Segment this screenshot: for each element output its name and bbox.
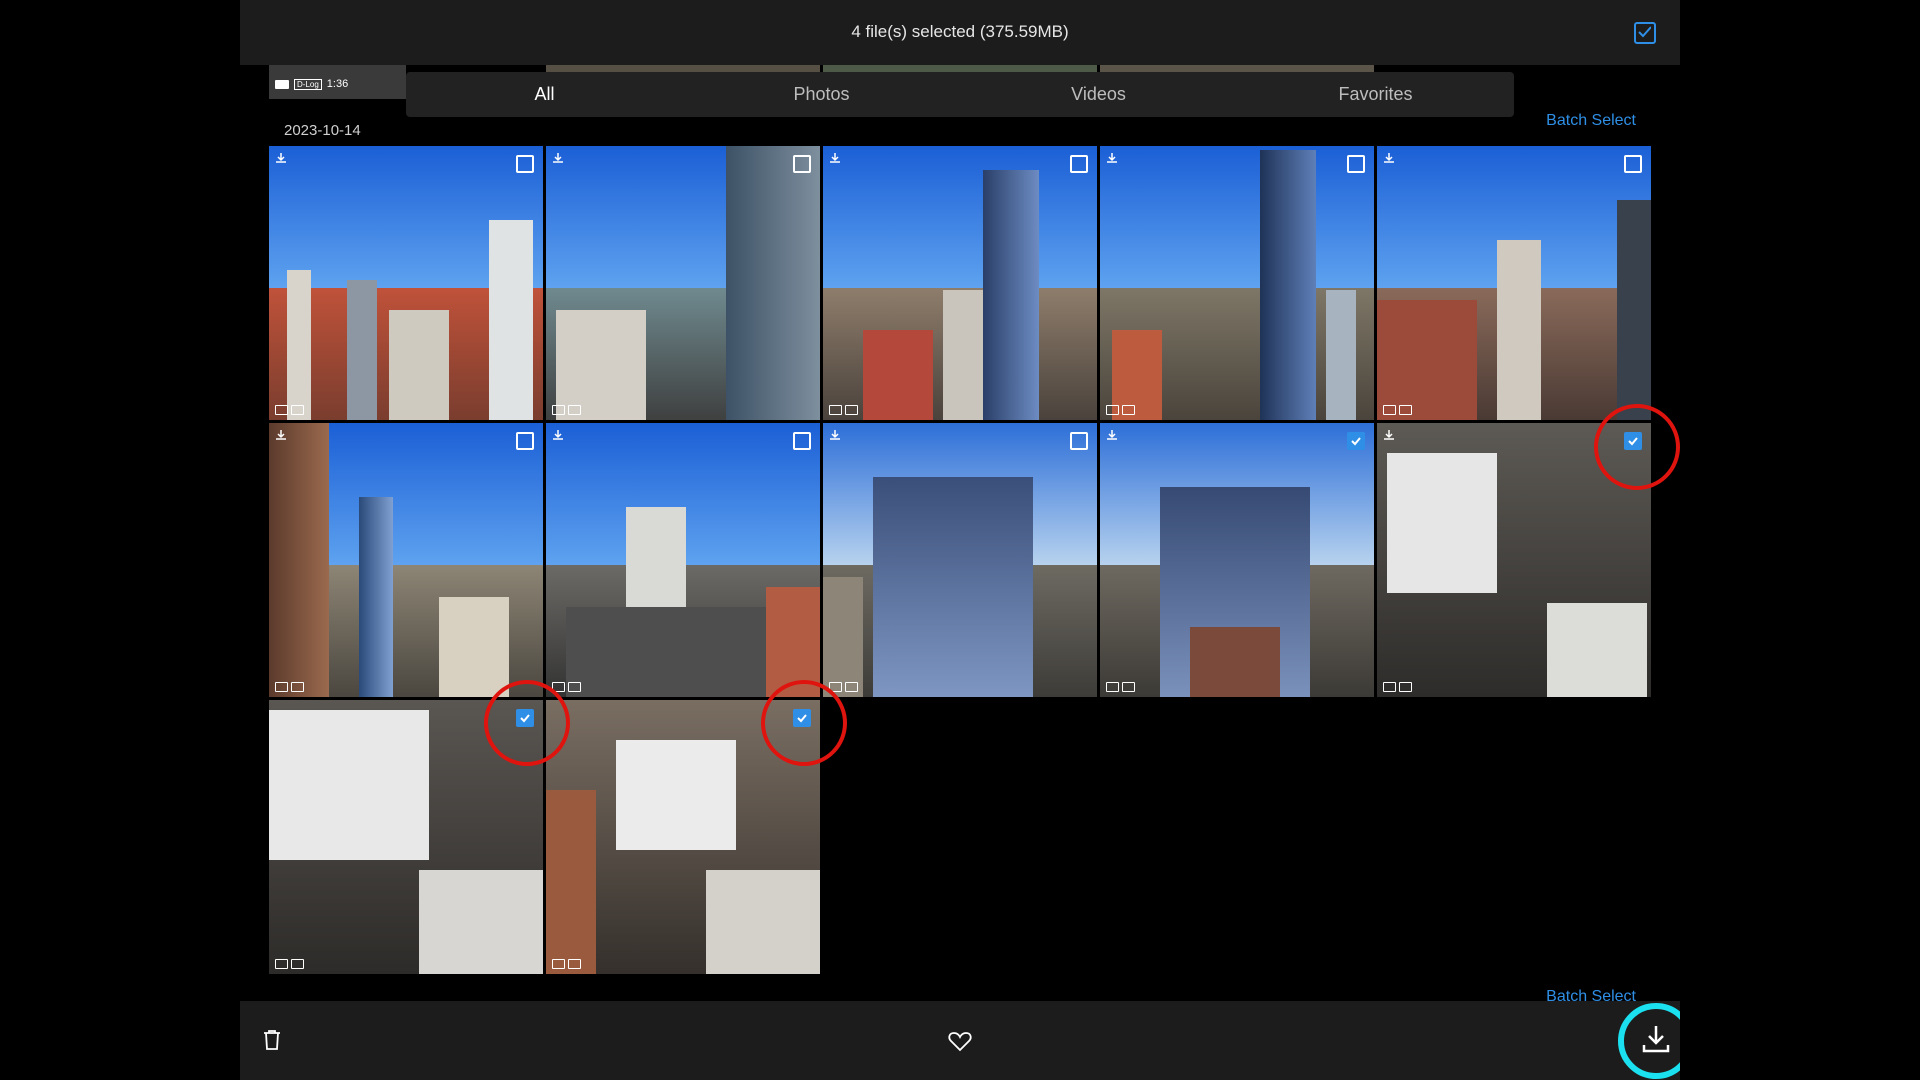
select-checkbox[interactable] <box>516 709 534 727</box>
select-checkbox[interactable] <box>1347 432 1365 450</box>
media-thumbnail[interactable] <box>546 146 820 420</box>
download-status-icon <box>275 151 287 169</box>
media-thumbnail[interactable] <box>546 700 820 974</box>
tab-favorites[interactable]: Favorites <box>1237 72 1514 117</box>
select-checkbox[interactable] <box>1070 155 1088 173</box>
download-status-icon <box>1106 428 1118 446</box>
checkmark-icon <box>797 714 807 723</box>
gallery-app: 4 file(s) selected (375.59MB) D-Log 1:36… <box>240 0 1680 1080</box>
heart-icon <box>948 1032 972 1052</box>
media-badges <box>275 682 304 692</box>
batch-select-button[interactable]: Batch Select <box>1546 112 1636 130</box>
download-status-icon <box>1106 151 1118 169</box>
checkmark-icon <box>520 714 530 723</box>
download-status-icon <box>829 428 841 446</box>
download-status-icon <box>552 151 564 169</box>
section-date: 2023-10-14 <box>284 122 361 139</box>
media-grid <box>269 146 1653 974</box>
media-badges <box>275 959 304 969</box>
select-checkbox[interactable] <box>1070 432 1088 450</box>
media-thumbnail[interactable] <box>1100 423 1374 697</box>
select-checkbox[interactable] <box>1347 155 1365 173</box>
select-checkbox[interactable] <box>1624 155 1642 173</box>
tab-all[interactable]: All <box>406 72 683 117</box>
download-status-icon <box>1383 428 1395 446</box>
media-badges <box>1106 405 1135 415</box>
bottom-action-bar <box>240 1001 1680 1080</box>
download-status-icon <box>829 151 841 169</box>
select-all-checkbox[interactable] <box>1634 22 1656 44</box>
media-badges <box>275 405 304 415</box>
select-checkbox[interactable] <box>793 432 811 450</box>
download-button[interactable] <box>1618 1003 1680 1079</box>
media-badges <box>1106 682 1135 692</box>
select-checkbox[interactable] <box>1624 432 1642 450</box>
select-checkbox[interactable] <box>516 432 534 450</box>
select-checkbox[interactable] <box>516 155 534 173</box>
top-bar: 4 file(s) selected (375.59MB) <box>240 0 1680 65</box>
select-checkbox[interactable] <box>793 155 811 173</box>
download-icon <box>1642 1026 1670 1053</box>
media-badges <box>552 405 581 415</box>
media-thumbnail[interactable] <box>1377 423 1651 697</box>
selection-summary: 4 file(s) selected (375.59MB) <box>851 22 1069 41</box>
previous-row-thumb[interactable]: D-Log 1:36 <box>269 65 406 99</box>
checkmark-icon <box>1638 26 1651 38</box>
favorite-button[interactable] <box>948 1030 972 1057</box>
media-badges <box>552 959 581 969</box>
tab-photos[interactable]: Photos <box>683 72 960 117</box>
checkmark-icon <box>1628 437 1638 446</box>
filter-tabs: All Photos Videos Favorites <box>406 72 1514 117</box>
media-badges <box>552 682 581 692</box>
trash-icon <box>264 1030 280 1050</box>
download-status-icon <box>1383 151 1395 169</box>
video-meta: D-Log 1:36 <box>275 78 348 90</box>
media-badges <box>829 682 858 692</box>
media-badges <box>1383 405 1412 415</box>
media-thumbnail[interactable] <box>269 423 543 697</box>
select-checkbox[interactable] <box>793 709 811 727</box>
media-thumbnail[interactable] <box>269 700 543 974</box>
tab-videos[interactable]: Videos <box>960 72 1237 117</box>
media-thumbnail[interactable] <box>1377 146 1651 420</box>
download-status-icon <box>275 428 287 446</box>
media-badges <box>1383 682 1412 692</box>
media-badges <box>829 405 858 415</box>
download-status-icon <box>552 428 564 446</box>
video-icon <box>275 79 289 89</box>
media-thumbnail[interactable] <box>269 146 543 420</box>
dlog-badge: D-Log <box>294 78 322 90</box>
checkmark-icon <box>1351 437 1361 446</box>
media-thumbnail[interactable] <box>823 146 1097 420</box>
delete-button[interactable] <box>262 1029 282 1056</box>
media-thumbnail[interactable] <box>1100 146 1374 420</box>
media-thumbnail[interactable] <box>823 423 1097 697</box>
video-duration: 1:36 <box>326 78 349 90</box>
media-thumbnail[interactable] <box>546 423 820 697</box>
